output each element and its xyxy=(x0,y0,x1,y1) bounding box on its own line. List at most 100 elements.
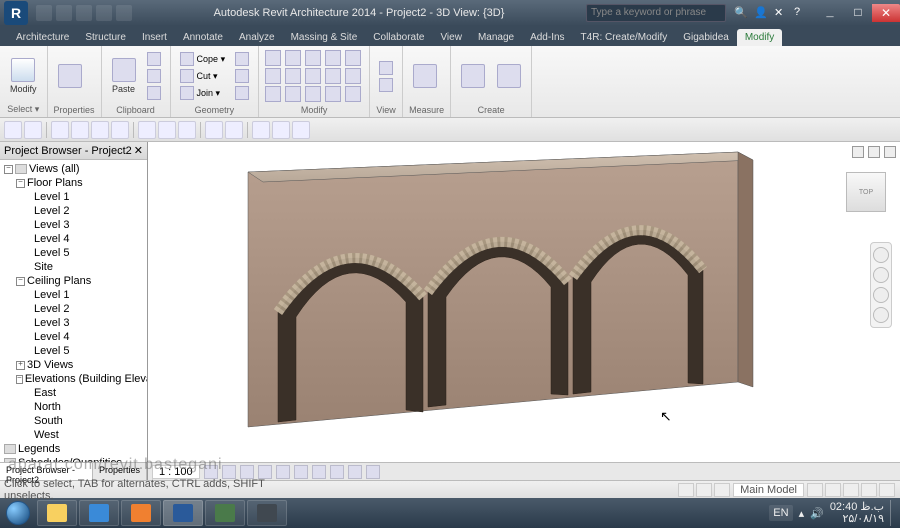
tab-analyze[interactable]: Analyze xyxy=(231,29,283,46)
tab-massing[interactable]: Massing & Site xyxy=(283,29,366,46)
tab-addins[interactable]: Add-Ins xyxy=(522,29,572,46)
matchtype-button[interactable] xyxy=(144,85,164,101)
pan-icon[interactable] xyxy=(873,267,889,283)
opt-btn-1[interactable] xyxy=(4,121,22,139)
sb-tool-2[interactable] xyxy=(825,483,841,497)
qat-open-icon[interactable] xyxy=(36,5,52,21)
geom-tool-2[interactable] xyxy=(232,68,252,84)
create-button[interactable] xyxy=(457,62,489,90)
trim-icon[interactable] xyxy=(325,68,341,84)
zoom-icon[interactable] xyxy=(873,287,889,303)
opt-btn-9[interactable] xyxy=(178,121,196,139)
opt-btn-8[interactable] xyxy=(158,121,176,139)
tree-site[interactable]: Site xyxy=(0,260,147,274)
tree-clevel5[interactable]: Level 5 xyxy=(0,344,147,358)
sb-tool-4[interactable] xyxy=(861,483,877,497)
tab-architecture[interactable]: Architecture xyxy=(8,29,77,46)
crop-region-icon[interactable] xyxy=(312,465,326,479)
maximize-button[interactable]: □ xyxy=(844,4,872,22)
paste-button[interactable]: Paste xyxy=(108,56,140,96)
modify-button[interactable]: Modify xyxy=(6,56,41,96)
copy-mod-icon[interactable] xyxy=(285,68,301,84)
tab-insert[interactable]: Insert xyxy=(134,29,175,46)
pin-icon[interactable] xyxy=(305,86,321,102)
cut-geom-button[interactable]: Cut ▾ xyxy=(177,68,229,84)
sun-path-icon[interactable] xyxy=(240,465,254,479)
tree-floor-plans[interactable]: −Floor Plans xyxy=(0,176,147,190)
3d-viewport[interactable]: TOP ↖ xyxy=(148,142,900,462)
geom-tool-1[interactable] xyxy=(232,51,252,67)
align-icon[interactable] xyxy=(265,50,281,66)
tree-3dviews[interactable]: +3D Views xyxy=(0,358,147,372)
language-indicator[interactable]: EN xyxy=(769,505,792,521)
orbit-icon[interactable] xyxy=(873,307,889,323)
tree-elevations[interactable]: −Elevations (Building Elevation xyxy=(0,372,147,386)
tab-modify[interactable]: Modify xyxy=(737,29,782,46)
split-icon[interactable] xyxy=(345,50,361,66)
signin-icon[interactable]: 👤 xyxy=(754,6,768,20)
lock-3d-icon[interactable] xyxy=(330,465,344,479)
minimize-button[interactable]: _ xyxy=(816,4,844,22)
tray-up-icon[interactable]: ▴ xyxy=(799,507,805,520)
mirror-axis-icon[interactable] xyxy=(305,50,321,66)
show-desktop-button[interactable] xyxy=(890,500,896,526)
tab-collaborate[interactable]: Collaborate xyxy=(365,29,432,46)
task-media[interactable] xyxy=(121,500,161,526)
tab-gigabidea[interactable]: Gigabidea xyxy=(675,29,737,46)
tree-level3[interactable]: Level 3 xyxy=(0,218,147,232)
render-icon[interactable] xyxy=(276,465,290,479)
measure-button[interactable] xyxy=(409,62,441,90)
worksets-icon[interactable] xyxy=(678,483,694,497)
filter-icon[interactable] xyxy=(879,483,895,497)
scale-icon[interactable] xyxy=(285,86,301,102)
sb-tool-3[interactable] xyxy=(843,483,859,497)
task-app5[interactable] xyxy=(205,500,245,526)
task-explorer[interactable] xyxy=(37,500,77,526)
opt-btn-4[interactable] xyxy=(71,121,89,139)
close-view-icon[interactable] xyxy=(884,146,896,158)
opt-btn-7[interactable] xyxy=(138,121,156,139)
tree-views[interactable]: −Views (all) xyxy=(0,162,147,176)
opt-btn-3[interactable] xyxy=(51,121,69,139)
tree-clevel2[interactable]: Level 2 xyxy=(0,302,147,316)
array-icon[interactable] xyxy=(265,86,281,102)
search-input[interactable]: Type a keyword or phrase xyxy=(586,4,726,22)
view-tool-2[interactable] xyxy=(376,77,396,93)
tree-north[interactable]: North xyxy=(0,400,147,414)
opt-btn-11[interactable] xyxy=(225,121,243,139)
help-icon[interactable]: ? xyxy=(794,6,808,20)
delete-icon[interactable] xyxy=(345,86,361,102)
opt-btn-5[interactable] xyxy=(91,121,109,139)
rotate-icon[interactable] xyxy=(305,68,321,84)
task-revit[interactable] xyxy=(163,500,203,526)
tab-view[interactable]: View xyxy=(432,29,470,46)
tree-west[interactable]: West xyxy=(0,428,147,442)
offset-icon[interactable] xyxy=(285,50,301,66)
opt-btn-14[interactable] xyxy=(292,121,310,139)
start-button[interactable] xyxy=(0,499,36,527)
reveal-icon[interactable] xyxy=(366,465,380,479)
crop-icon[interactable] xyxy=(294,465,308,479)
shadows-icon[interactable] xyxy=(258,465,272,479)
tree-legends[interactable]: Legends xyxy=(0,442,147,456)
design-options-icon[interactable] xyxy=(696,483,712,497)
task-ie[interactable] xyxy=(79,500,119,526)
tree-clevel4[interactable]: Level 4 xyxy=(0,330,147,344)
view-tool-1[interactable] xyxy=(376,60,396,76)
tree-level5[interactable]: Level 5 xyxy=(0,246,147,260)
home-view-icon[interactable] xyxy=(852,146,864,158)
create-button-2[interactable] xyxy=(493,62,525,90)
editable-only-icon[interactable] xyxy=(714,483,730,497)
move-icon[interactable] xyxy=(265,68,281,84)
opt-btn-10[interactable] xyxy=(205,121,223,139)
infocenter-icon[interactable]: 🔍 xyxy=(734,6,748,20)
geom-tool-3[interactable] xyxy=(232,85,252,101)
sb-tool-1[interactable] xyxy=(807,483,823,497)
tree-level4[interactable]: Level 4 xyxy=(0,232,147,246)
opt-btn-2[interactable] xyxy=(24,121,42,139)
tab-t4r[interactable]: T4R: Create/Modify xyxy=(573,29,676,46)
tree-east[interactable]: East xyxy=(0,386,147,400)
tab-annotate[interactable]: Annotate xyxy=(175,29,231,46)
cope-button[interactable]: Cope ▾ xyxy=(177,51,229,67)
close-button[interactable]: ✕ xyxy=(872,4,900,22)
